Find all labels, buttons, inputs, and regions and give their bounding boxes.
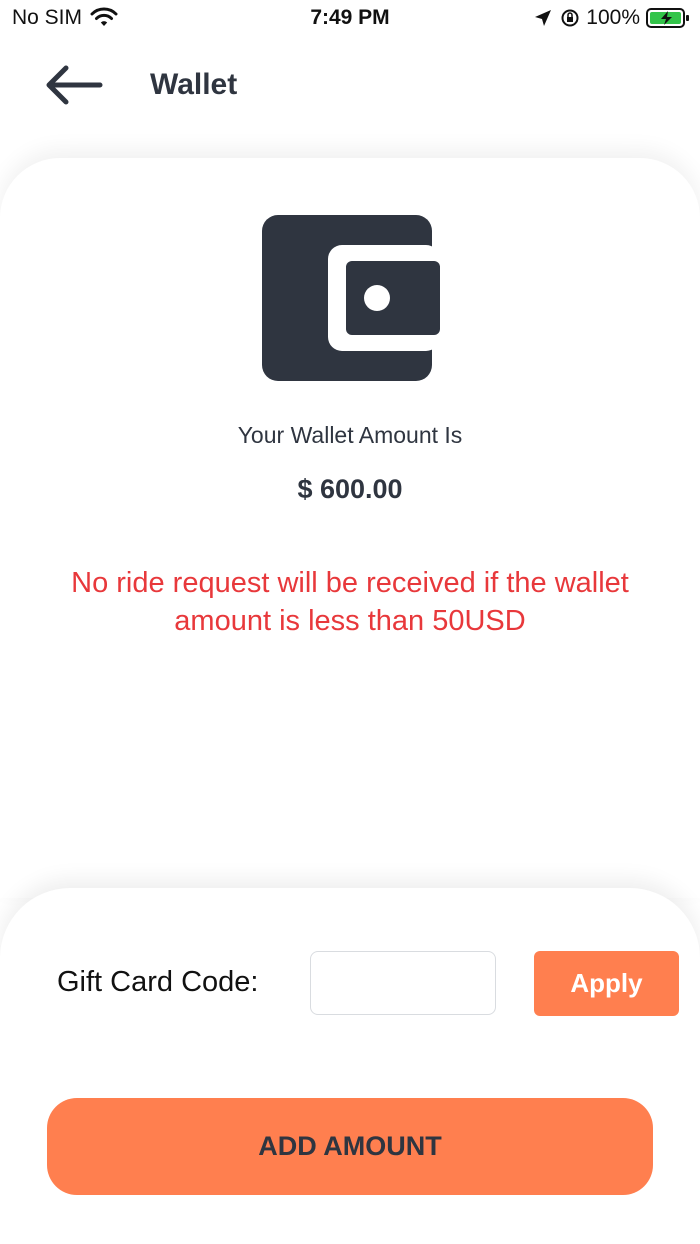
battery-percent: 100% xyxy=(586,6,640,29)
status-right: 100% xyxy=(534,6,690,30)
page-title: Wallet xyxy=(150,68,238,101)
add-amount-button[interactable]: ADD AMOUNT xyxy=(47,1098,653,1195)
arrow-left-icon xyxy=(46,65,103,105)
apply-button[interactable]: Apply xyxy=(534,951,679,1016)
minimum-balance-warning: No ride request will be received if the … xyxy=(71,567,629,637)
gift-card-label: Gift Card Code: xyxy=(57,966,259,998)
wallet-amount-value: $ 600.00 xyxy=(297,474,403,504)
wallet-amount-label: Your Wallet Amount Is xyxy=(237,422,463,448)
battery-charging-icon xyxy=(646,8,689,28)
status-bar: No SIM 7:49 PM 100% xyxy=(0,0,700,40)
orientation-lock-icon xyxy=(561,9,579,27)
back-button[interactable] xyxy=(40,62,112,108)
location-arrow-icon xyxy=(535,10,552,26)
app-header: Wallet xyxy=(0,48,700,128)
gift-card-input[interactable] xyxy=(310,951,496,1015)
wallet-icon xyxy=(262,215,440,381)
bottom-panel: Gift Card Code: Apply ADD AMOUNT xyxy=(0,888,700,1244)
wallet-card: Your Wallet Amount Is $ 600.00 No ride r… xyxy=(0,158,700,898)
